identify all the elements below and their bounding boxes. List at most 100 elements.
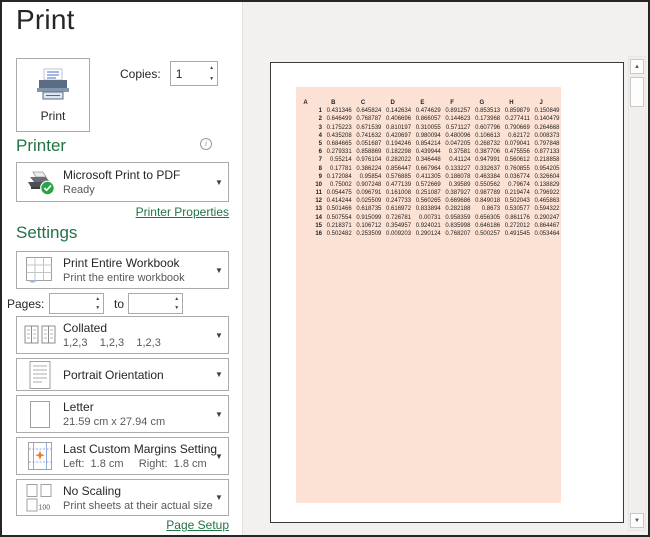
preview-cell: 0.835998	[445, 222, 471, 229]
preview-row-number: 13	[315, 206, 322, 213]
preview-cell: 0.140479	[534, 116, 560, 123]
preview-cell: 0.268732	[475, 140, 501, 147]
page-setup-link[interactable]: Page Setup	[166, 518, 229, 532]
preview-row-number: 7	[318, 157, 322, 164]
preview-page: A B C D E F G H J 1 0.431346 0.645824 0.142634 0.4746…	[270, 62, 624, 523]
margins-label: Last Custom Margins Setting	[63, 442, 218, 456]
no-scaling-icon: 100	[17, 483, 63, 513]
spin-up-icon[interactable]: ▲	[171, 294, 182, 304]
pages-to-input[interactable]	[129, 294, 172, 313]
preview-row: 3 0.175223 0.671539 0.810197 0.310055 0.57112…	[296, 124, 561, 132]
printer-properties-link[interactable]: Printer Properties	[136, 205, 229, 219]
spin-up-icon[interactable]: ▲	[207, 62, 217, 74]
preview-row: 4 0.435208 0.741632 0.420697 0.980094 0.48009…	[296, 132, 561, 140]
preview-cell: 0.550562	[475, 181, 501, 188]
print-button-label: Print	[40, 109, 66, 123]
orientation-select[interactable]: Portrait Orientation ▼	[16, 358, 229, 391]
copies-stepper[interactable]: ▲ ▼	[169, 61, 218, 86]
preview-cell: 0.264668	[534, 124, 560, 131]
preview-print-area: A B C D E F G H J 1 0.431346 0.645824 0.142634 0.4746…	[296, 87, 561, 503]
preview-cell: 0.760855	[504, 165, 530, 172]
preview-cell: 0.133227	[445, 165, 471, 172]
preview-cell: 0.354957	[386, 222, 412, 229]
scaling-sublabel: Print sheets at their actual size	[63, 499, 213, 512]
preview-cell: 0.571127	[445, 124, 471, 131]
preview-column-header: A	[303, 100, 308, 106]
preview-cell: 0.290247	[534, 214, 560, 221]
scroll-up-icon[interactable]: ▲	[630, 59, 644, 74]
spin-down-icon[interactable]: ▼	[207, 74, 217, 86]
preview-cell: 0.79674	[508, 181, 530, 188]
scroll-down-icon[interactable]: ▼	[630, 513, 644, 528]
preview-cell: 0.387927	[445, 190, 471, 197]
preview-cell: 0.671539	[356, 124, 382, 131]
preview-cell: 0.106613	[475, 132, 501, 139]
preview-cell: 0.907248	[356, 181, 382, 188]
preview-cell: 0.954205	[534, 165, 560, 172]
preview-cell: 0.924021	[415, 222, 441, 229]
print-what-select[interactable]: Print Entire Workbook Print the entire w…	[16, 251, 229, 289]
preview-header-row: ABCDEFGHJ	[296, 99, 561, 107]
preview-cell: 0.55214	[329, 157, 352, 164]
preview-cell: 0.768787	[356, 116, 382, 123]
chevron-down-icon: ▼	[215, 451, 223, 461]
collated-icon	[17, 322, 63, 348]
print-button[interactable]: Print	[16, 58, 90, 132]
chevron-down-icon: ▼	[215, 177, 223, 187]
preview-cell: 0.576885	[386, 173, 412, 180]
preview-cell: 0.594322	[534, 206, 560, 213]
preview-cell: 0.474629	[415, 108, 441, 115]
chevron-down-icon: ▼	[215, 409, 223, 419]
printer-name: Microsoft Print to PDF	[63, 168, 181, 182]
info-icon[interactable]: i	[200, 138, 212, 150]
preview-cell: 0.150849	[534, 108, 560, 115]
preview-cell: 0.859879	[504, 108, 530, 115]
spin-up-icon[interactable]: ▲	[92, 294, 103, 304]
pages-label: Pages:	[7, 297, 45, 311]
print-what-label: Print Entire Workbook	[63, 256, 180, 270]
preview-cell: 0.277411	[505, 116, 530, 123]
pages-from-input[interactable]	[50, 294, 93, 313]
preview-cell: 0.95854	[359, 173, 382, 180]
settings-section-heading: Settings	[16, 223, 78, 242]
preview-row-number: 15	[315, 222, 322, 229]
preview-row-number: 6	[318, 149, 322, 156]
preview-cell: 0.958359	[445, 214, 471, 221]
preview-row-number: 9	[318, 173, 322, 180]
preview-row-number: 2	[318, 116, 322, 123]
preview-cell: 0.144623	[445, 116, 471, 123]
preview-scrollbar[interactable]: ▲ ▼	[628, 56, 646, 531]
preview-cell: 0.194246	[386, 140, 412, 147]
preview-cell: 0.607796	[475, 124, 501, 131]
preview-row: 1 0.431346 0.645824 0.142634 0.474629 0.89125…	[296, 107, 561, 115]
scrollbar-thumb[interactable]	[630, 77, 644, 107]
preview-cell: 0.414244	[326, 198, 352, 205]
pages-to-stepper[interactable]: ▲ ▼	[128, 293, 183, 314]
preview-cell: 0.741632	[356, 132, 382, 139]
margins-select[interactable]: Last Custom Margins Setting Left: 1.8 cm…	[16, 437, 229, 475]
preview-row: 13 0.501466 0.618735 0.616972 0.833894 0.2821…	[296, 205, 561, 213]
preview-cell: 0.976104	[356, 157, 382, 164]
scaling-select[interactable]: 100 No Scaling Print sheets at their act…	[16, 479, 229, 516]
chevron-down-icon: ▼	[215, 493, 223, 502]
printer-device-icon	[17, 169, 63, 196]
spin-down-icon[interactable]: ▼	[92, 304, 103, 314]
spin-down-icon[interactable]: ▼	[171, 304, 182, 314]
preview-cell: 0.219474	[504, 190, 530, 197]
preview-cell: 0.218371	[326, 222, 352, 229]
pages-from-stepper[interactable]: ▲ ▼	[49, 293, 104, 314]
preview-cell: 0.980094	[415, 132, 441, 139]
paper-size-select[interactable]: Letter 21.59 cm x 27.94 cm ▼	[16, 395, 229, 433]
print-what-sublabel: Print the entire workbook	[63, 272, 185, 284]
preview-cell: 0.810197	[386, 124, 412, 131]
preview-cell: 0.435208	[326, 132, 352, 139]
preview-row-number: 16	[315, 231, 322, 237]
printer-select[interactable]: Microsoft Print to PDF Ready ▼	[16, 162, 229, 202]
preview-cell: 0.560612	[504, 157, 530, 164]
collation-select[interactable]: Collated 1,2,3 1,2,3 1,2,3 ▼	[16, 316, 229, 354]
copies-row: Copies: ▲ ▼	[120, 61, 218, 86]
preview-cell: 0.431346	[326, 108, 352, 115]
copies-input[interactable]	[170, 62, 207, 85]
preview-cell: 0.891257	[445, 108, 471, 115]
preview-column-header: D	[390, 100, 395, 106]
